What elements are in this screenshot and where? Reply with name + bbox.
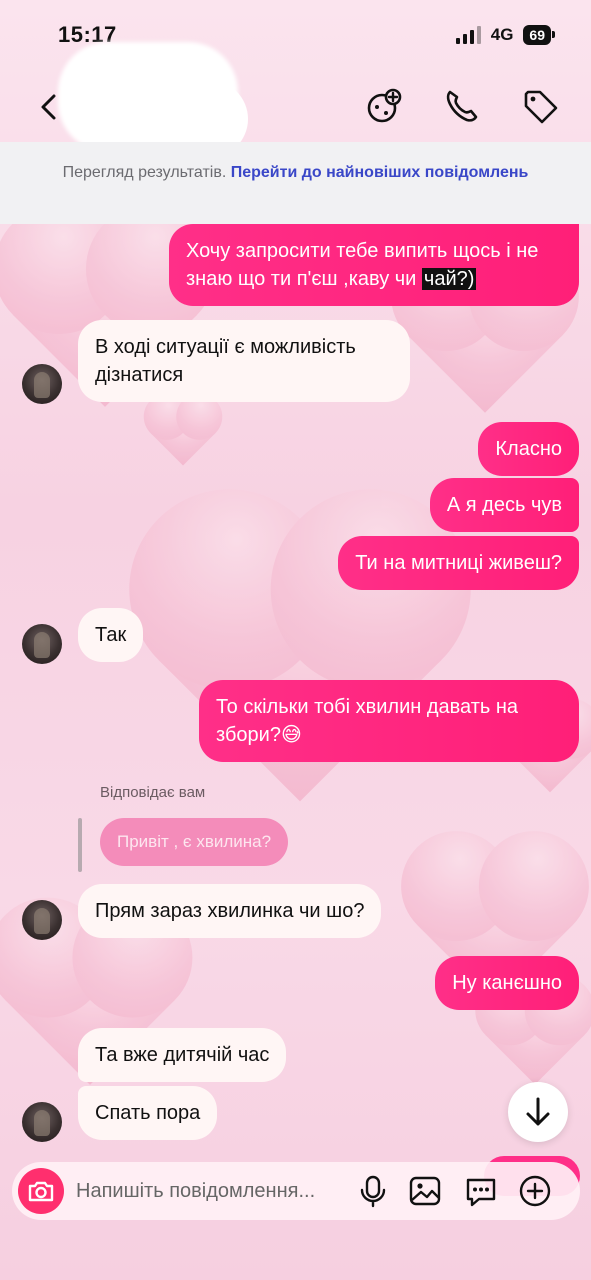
battery-icon: 69 <box>523 25 555 45</box>
highlighted-text: чай?) <box>421 268 477 290</box>
arrow-down-icon <box>526 1097 550 1126</box>
call-icon[interactable] <box>442 86 482 126</box>
status-indicators: 4G 69 <box>455 25 555 45</box>
camera-icon <box>28 1181 54 1202</box>
message-bubble-incoming[interactable]: В ході ситуації є можливість дізнатися <box>78 320 410 402</box>
message-bubble-outgoing[interactable]: Ти на митниці живеш? <box>338 536 579 590</box>
message-bubble-outgoing[interactable]: Класно <box>478 422 579 476</box>
message-bubble-incoming[interactable]: Так <box>78 608 144 662</box>
reply-bar <box>78 818 82 872</box>
microphone-icon[interactable] <box>356 1174 390 1208</box>
sticker-chat-icon[interactable] <box>464 1174 498 1208</box>
reply-label: Відповідає вам <box>100 784 206 801</box>
search-results-banner: Перегляд результатів. Перейти до найнові… <box>0 142 591 224</box>
message-bubble-incoming[interactable]: Прям зараз хвилинка чи шо? <box>78 884 382 938</box>
message-bubble-outgoing[interactable]: Хочу запросити тебе випить щось і не зна… <box>169 224 579 306</box>
jump-to-latest-link[interactable]: Перейти до найновіших повідомлень <box>231 164 529 181</box>
message-bubble-incoming[interactable]: Спать пора <box>78 1086 218 1140</box>
message-bubble-outgoing[interactable]: Ну канєшно <box>435 956 579 1010</box>
message-list[interactable]: Хочу запросити тебе випить щось і не зна… <box>0 224 591 1154</box>
message-bubble-outgoing[interactable]: А я десь чув <box>429 478 579 532</box>
signal-icon <box>455 26 481 44</box>
scroll-down-button[interactable] <box>508 1082 568 1142</box>
message-bubble-incoming[interactable]: Та вже дитячій час <box>78 1028 287 1082</box>
contact-avatar[interactable] <box>22 624 62 664</box>
contact-avatar[interactable] <box>22 900 62 940</box>
gallery-icon[interactable] <box>408 1174 442 1208</box>
message-input[interactable] <box>76 1171 356 1211</box>
games-icon[interactable] <box>364 86 404 126</box>
chat-header <box>0 42 591 158</box>
camera-button[interactable] <box>18 1168 64 1214</box>
quoted-message[interactable]: Привіт , є хвилина? <box>100 818 289 866</box>
message-bubble-outgoing[interactable]: То скільки тобі хвилин давать на збори?😅 <box>199 680 579 762</box>
message-composer <box>12 1162 580 1220</box>
contact-avatar[interactable] <box>22 1102 62 1142</box>
banner-text: Перегляд результатів. <box>62 164 227 181</box>
tag-icon[interactable] <box>520 86 560 126</box>
plus-circle-icon[interactable] <box>518 1174 552 1208</box>
contact-avatar[interactable] <box>22 364 62 404</box>
network-label: 4G <box>490 25 514 44</box>
